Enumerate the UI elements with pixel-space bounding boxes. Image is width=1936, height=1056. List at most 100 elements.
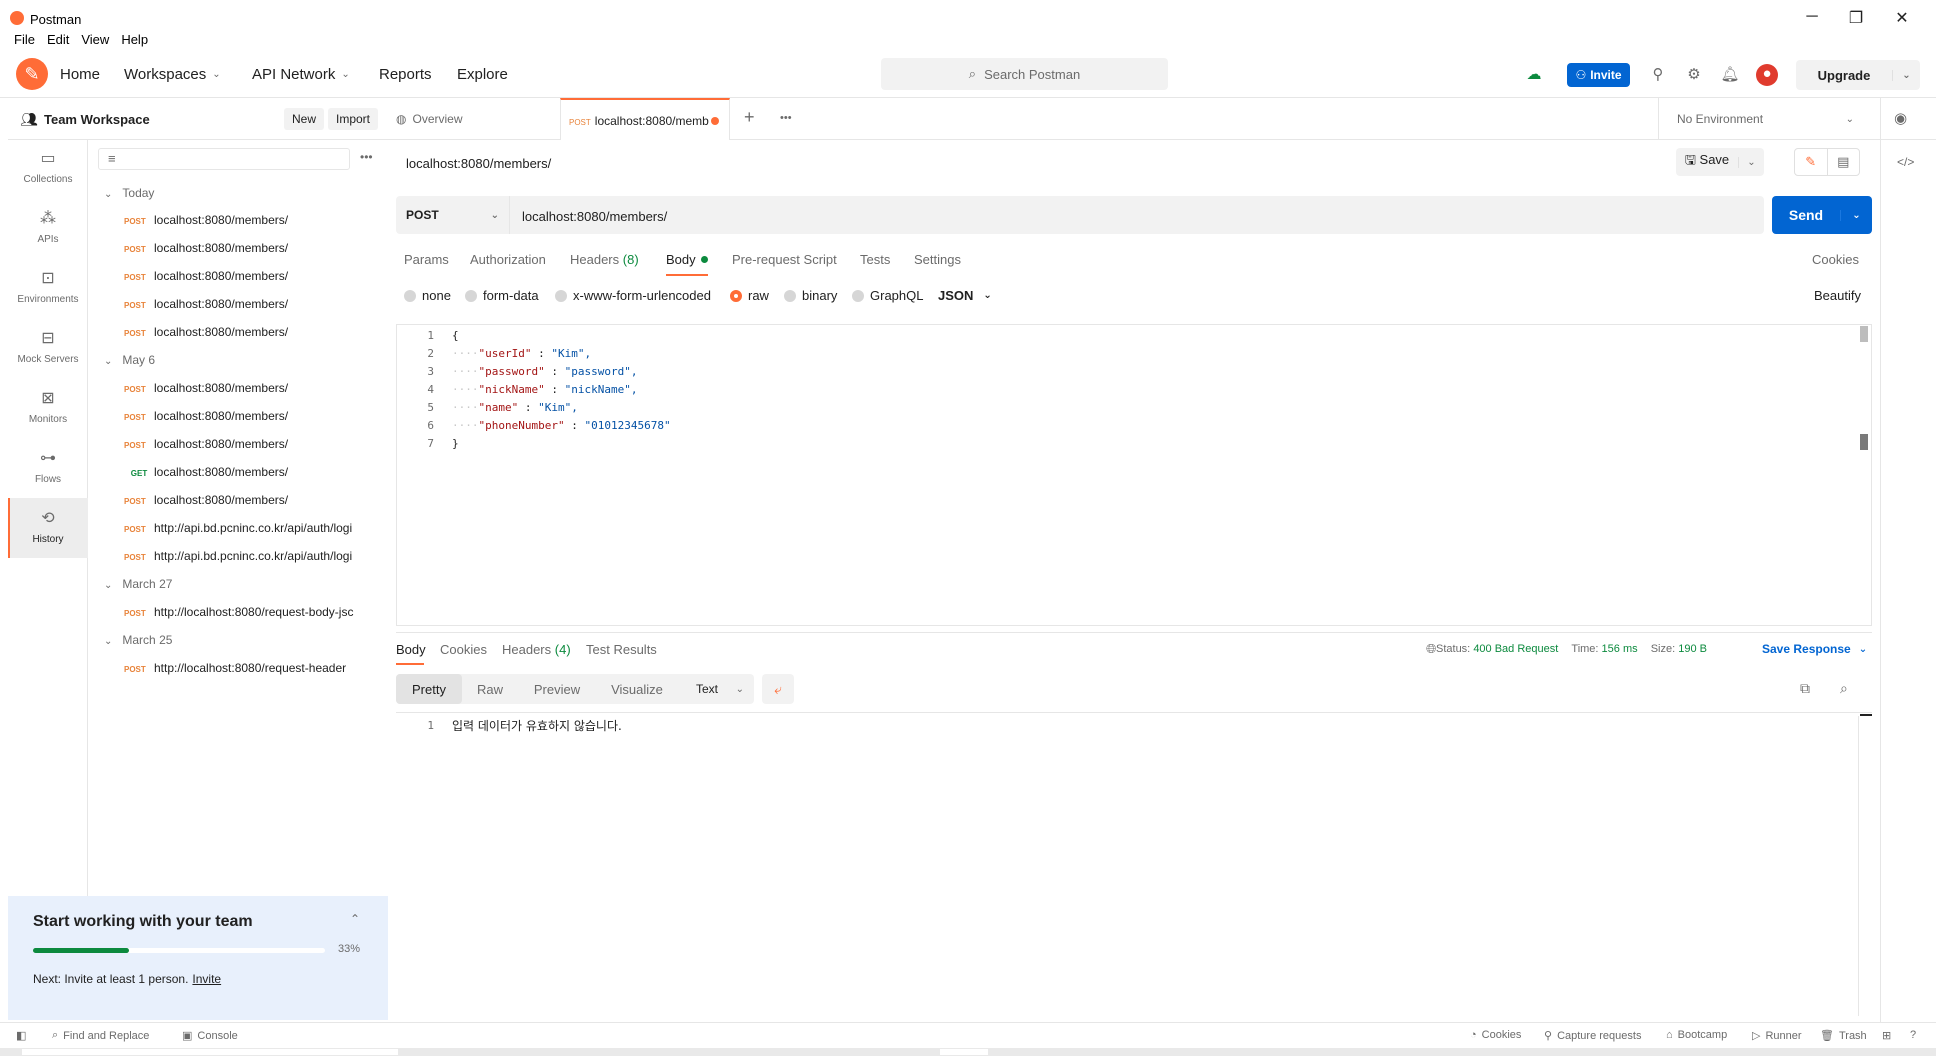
menu-file[interactable]: File (14, 32, 35, 47)
search-input[interactable]: ⌕ Search Postman (881, 58, 1168, 90)
history-filter-input[interactable] (98, 148, 350, 170)
postman-brand-icon[interactable]: ✎ (16, 58, 48, 90)
chevron-down-icon[interactable]: ⌄ (1892, 69, 1920, 81)
time-value[interactable]: 156 ms (1602, 643, 1638, 655)
more-tabs-icon[interactable]: ••• (780, 112, 792, 124)
nav-explore[interactable]: Explore (457, 66, 508, 83)
cookies-button[interactable]: ◔ Cookies (1470, 1029, 1521, 1041)
sidebar-item-monitors[interactable]: ⊠ Monitors (8, 388, 88, 444)
layout-icon[interactable]: ⊞ (1882, 1029, 1891, 1042)
minimize-icon[interactable]: ─ (1792, 8, 1832, 30)
status-value[interactable]: 400 Bad Request (1473, 643, 1558, 655)
edit-pencil-icon[interactable]: ✎ (1795, 149, 1828, 175)
sidebar-item-flows[interactable]: ⊶ Flows (8, 448, 88, 504)
find-and-replace-button[interactable]: ⌕ Find and Replace (52, 1029, 149, 1042)
horizontal-scroll-thumb[interactable] (22, 1049, 398, 1055)
runner-button[interactable]: ▷ Runner (1752, 1029, 1802, 1043)
body-format-select[interactable]: JSON ⌄ (938, 288, 992, 303)
radio-binary[interactable]: binary (784, 288, 837, 303)
view-raw[interactable]: Raw (464, 674, 516, 704)
size-value[interactable]: 190 B (1678, 643, 1707, 655)
history-item[interactable]: POST localhost:8080/members/ (124, 437, 378, 451)
invite-link[interactable]: Invite (192, 972, 221, 986)
history-item[interactable]: POST http://api.bd.pcninc.co.kr/api/auth/… (124, 521, 378, 535)
save-button[interactable]: 🖫︎ Save ⌄ (1676, 148, 1764, 176)
response-tab-cookies[interactable]: Cookies (440, 642, 487, 657)
view-pretty[interactable]: Pretty (396, 674, 462, 704)
gear-icon[interactable]: ⚙ (1684, 65, 1704, 85)
history-item[interactable]: POST http://localhost:8080/request-header (124, 661, 378, 675)
tab-params[interactable]: Params (404, 252, 449, 267)
comment-icon[interactable]: ▤ (1828, 149, 1860, 175)
history-group-march-25[interactable]: ⌄ March 25 (104, 633, 172, 647)
view-visualize[interactable]: Visualize (598, 674, 676, 704)
radio-raw[interactable]: raw (730, 288, 769, 303)
environment-select[interactable]: No Environment ⌄ (1658, 98, 1872, 140)
tab-tests[interactable]: Tests (860, 252, 890, 267)
menu-edit[interactable]: Edit (47, 32, 69, 47)
history-item[interactable]: POST localhost:8080/members/ (124, 213, 378, 227)
invite-button[interactable]: ⚇ Invite (1567, 63, 1630, 87)
history-item[interactable]: POST localhost:8080/members/ (124, 269, 378, 283)
history-item[interactable]: POST localhost:8080/members/ (124, 493, 378, 507)
send-button[interactable]: Send ⌄ (1772, 196, 1872, 234)
response-tab-body[interactable]: Body (396, 642, 426, 657)
history-item[interactable]: POST localhost:8080/members/ (124, 297, 378, 311)
globe-icon[interactable]: 🌐︎ (1426, 641, 1436, 657)
radio-none[interactable]: none (404, 288, 451, 303)
chevron-up-icon[interactable]: ⌃ (350, 912, 360, 926)
horizontal-scroll-thumb[interactable] (940, 1049, 988, 1055)
console-button[interactable]: ▣ Console (182, 1029, 238, 1043)
copy-icon[interactable]: ⧉ (1800, 680, 1810, 697)
method-select[interactable]: POST ⌄ (396, 196, 510, 234)
nav-workspaces[interactable]: Workspaces ⌄ (124, 66, 221, 83)
trash-button[interactable]: 🗑︎ Trash (1820, 1029, 1867, 1043)
more-options-icon[interactable]: ••• (360, 150, 373, 164)
nav-home[interactable]: Home (60, 66, 100, 83)
sidebar-item-collections[interactable]: ▭ Collections (8, 148, 88, 204)
restore-icon[interactable]: ❐ (1836, 8, 1876, 30)
avatar[interactable]: ● (1756, 64, 1778, 86)
response-tab-test-results[interactable]: Test Results (586, 642, 657, 657)
bell-icon[interactable]: 🔔︎ (1720, 65, 1740, 85)
radio-form-data[interactable]: form-data (465, 288, 539, 303)
response-format-select[interactable]: Text ⌄ (686, 674, 754, 704)
editor-scrollbar[interactable] (1860, 326, 1868, 342)
workspace-title[interactable]: Team Workspace (44, 112, 150, 127)
nav-api-network[interactable]: API Network ⌄ (252, 66, 350, 83)
menu-view[interactable]: View (81, 32, 109, 47)
tab-body[interactable]: Body (666, 252, 708, 267)
sidebar-item-apis[interactable]: ⁂ APIs (8, 208, 88, 264)
response-tab-headers[interactable]: Headers (4) (502, 642, 571, 657)
request-name[interactable]: localhost:8080/members/ (406, 156, 551, 171)
close-icon[interactable]: ✕ (1882, 8, 1922, 30)
tab-active-request[interactable]: POST localhost:8080/memb (560, 98, 730, 140)
history-item[interactable]: POST localhost:8080/members/ (124, 241, 378, 255)
history-group-march-27[interactable]: ⌄ March 27 (104, 577, 172, 591)
code-icon[interactable]: </> (1897, 155, 1914, 169)
chevron-down-icon[interactable]: ⌄ (1738, 156, 1764, 168)
capture-requests-button[interactable]: ⚲ Capture requests (1544, 1029, 1641, 1043)
filter-icon[interactable]: ≡ (108, 151, 116, 166)
tab-authorization[interactable]: Authorization (470, 252, 546, 267)
history-item[interactable]: POST localhost:8080/members/ (124, 381, 378, 395)
search-icon[interactable]: ⌕ (1840, 680, 1848, 697)
history-group-today[interactable]: ⌄ Today (104, 186, 154, 200)
help-icon[interactable]: ? (1910, 1029, 1916, 1041)
wrap-lines-icon[interactable]: ⤶ (762, 674, 794, 704)
history-group-may-6[interactable]: ⌄ May 6 (104, 353, 155, 367)
history-item[interactable]: POST localhost:8080/members/ (124, 325, 378, 339)
toggle-sidebar-icon[interactable]: ◧ (16, 1029, 26, 1042)
url-input[interactable]: localhost:8080/members/ (522, 209, 667, 224)
history-item[interactable]: POST http://localhost:8080/request-body-j… (124, 605, 378, 619)
beautify-link[interactable]: Beautify (1814, 288, 1861, 303)
radio-graphql[interactable]: GraphQL (852, 288, 923, 303)
sync-cloud-icon[interactable]: ☁ (1524, 65, 1544, 85)
plus-icon[interactable]: + (744, 107, 755, 128)
response-body-viewer[interactable] (396, 712, 1872, 1016)
view-preview[interactable]: Preview (518, 674, 596, 704)
tab-settings[interactable]: Settings (914, 252, 961, 267)
chevron-down-icon[interactable]: ⌄ (1840, 209, 1872, 221)
save-response-button[interactable]: Save Response ⌄ (1762, 642, 1867, 656)
new-button[interactable]: New (284, 108, 325, 130)
